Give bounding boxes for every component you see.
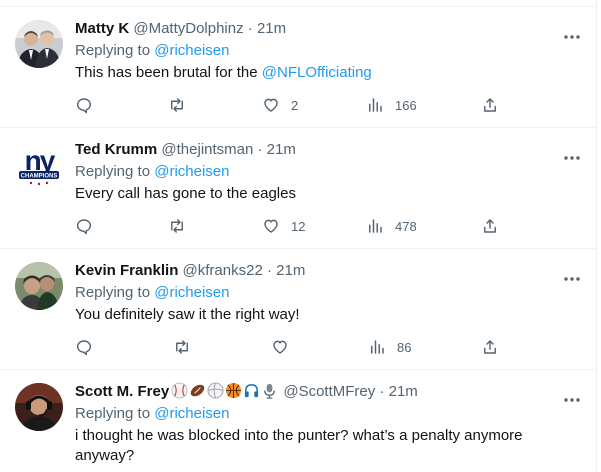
headset-man-avatar-icon: [15, 383, 63, 431]
headphones-icon: [245, 384, 259, 398]
timestamp[interactable]: · 21m: [267, 262, 305, 279]
reply-icon: [76, 219, 92, 235]
views-button[interactable]: 86: [368, 337, 411, 357]
tweet-actions: 12 478: [75, 216, 505, 236]
display-name[interactable]: Scott M. Frey: [75, 383, 169, 400]
tweet-header: Ted Krumm @thejintsman · 21m: [75, 140, 296, 160]
repost-button[interactable]: [168, 216, 186, 236]
tweet-header: Matty K @MattyDolphinz · 21m: [75, 19, 286, 39]
share-button[interactable]: [481, 337, 499, 357]
more-options-icon[interactable]: [562, 27, 582, 47]
reply-button[interactable]: [75, 95, 93, 115]
tweet[interactable]: ny CHAMPIONS Ted Krumm @thejintsman · 21…: [0, 128, 597, 249]
replying-to: Replying to @richeisen: [75, 404, 229, 424]
handle[interactable]: @thejintsman: [161, 141, 253, 158]
analytics-icon: [369, 98, 382, 112]
repost-icon: [171, 219, 183, 233]
repost-button[interactable]: [173, 337, 191, 357]
volleyball-icon: [207, 382, 224, 399]
replying-label: Replying to: [75, 284, 151, 301]
repost-button[interactable]: [168, 95, 186, 115]
football-icon: [190, 384, 205, 397]
tweet-text: i thought he was blocked into the punter…: [75, 427, 523, 464]
like-count: 12: [291, 218, 306, 234]
handle[interactable]: @kfranks22: [183, 262, 263, 279]
replying-to-link[interactable]: @richeisen: [154, 405, 229, 422]
display-name[interactable]: Ted Krumm: [75, 141, 157, 158]
avatar[interactable]: [15, 262, 63, 310]
share-icon: [484, 98, 496, 112]
reply-icon: [76, 340, 92, 356]
stadium-selfie-avatar-icon: [15, 262, 63, 310]
name-emojis: [171, 382, 279, 405]
share-button[interactable]: [481, 216, 499, 236]
tweet-header: Kevin Franklin @kfranks22 · 21m: [75, 261, 305, 281]
views-button[interactable]: 478: [366, 216, 417, 236]
tweet-text: Every call has gone to the eagles: [75, 185, 296, 202]
avatar[interactable]: [15, 383, 63, 431]
tweet-text: This has been brutal for the @NFLOfficia…: [75, 63, 575, 83]
replying-to-link[interactable]: @richeisen: [154, 42, 229, 59]
tweet-text: You definitely saw it the right way!: [75, 306, 300, 323]
handle[interactable]: @ScottMFrey: [283, 383, 375, 400]
tweet[interactable]: Kevin Franklin @kfranks22 · 21m Replying…: [0, 249, 597, 370]
timestamp[interactable]: · 21m: [379, 383, 417, 400]
replying-to: Replying to @richeisen: [75, 162, 229, 182]
heart-icon: [264, 219, 278, 233]
reply-icon: [76, 98, 92, 114]
share-button[interactable]: [481, 95, 499, 115]
like-button[interactable]: 2: [262, 95, 298, 115]
more-options-icon[interactable]: [562, 148, 582, 168]
replying-to-link[interactable]: @richeisen: [154, 284, 229, 301]
heart-icon: [264, 98, 278, 112]
avatar-banner-text: CHAMPIONS: [21, 174, 58, 180]
replying-to-link[interactable]: @richeisen: [154, 163, 229, 180]
more-options-icon[interactable]: [562, 269, 582, 289]
view-count: 166: [395, 97, 417, 113]
repost-icon: [171, 98, 183, 112]
repost-icon: [176, 340, 188, 354]
heart-icon: [273, 340, 287, 354]
view-count: 86: [397, 339, 412, 355]
like-count: 2: [291, 97, 299, 113]
like-button[interactable]: 12: [262, 216, 305, 236]
replying-to: Replying to @richeisen: [75, 283, 229, 303]
timestamp[interactable]: · 21m: [248, 20, 286, 37]
display-name[interactable]: Kevin Franklin: [75, 262, 178, 279]
view-count: 478: [395, 218, 417, 234]
replying-label: Replying to: [75, 163, 151, 180]
more-options-icon[interactable]: [562, 390, 582, 410]
replying-to: Replying to @richeisen: [75, 41, 229, 61]
reply-button[interactable]: [75, 337, 93, 357]
avatar[interactable]: [15, 20, 63, 68]
tweet-header: Scott M. Frey @ScottMFrey · 21m: [75, 382, 418, 405]
two-men-photo-avatar-icon: [15, 20, 63, 68]
ny-giants-logo-avatar-icon: ny CHAMPIONS: [15, 141, 63, 189]
tweet-actions: 86: [75, 337, 505, 357]
baseball-icon: [171, 382, 188, 399]
basketball-icon: [226, 382, 242, 399]
microphone-icon: [264, 383, 276, 399]
replying-label: Replying to: [75, 42, 151, 59]
tweet[interactable]: Matty K @MattyDolphinz · 21m Replying to…: [0, 7, 597, 128]
analytics-icon: [371, 340, 384, 354]
mention-link[interactable]: @NFLOfficiating: [262, 64, 372, 81]
share-icon: [484, 340, 496, 354]
tweet-text-content: This has been brutal for the: [75, 64, 262, 81]
like-button[interactable]: [271, 337, 300, 357]
views-button[interactable]: 166: [366, 95, 417, 115]
analytics-icon: [369, 219, 382, 233]
handle[interactable]: @MattyDolphinz: [133, 20, 243, 37]
avatar[interactable]: ny CHAMPIONS: [15, 141, 63, 189]
replying-label: Replying to: [75, 405, 151, 422]
timestamp[interactable]: · 21m: [258, 141, 296, 158]
tweet-actions: 2 166: [75, 95, 505, 115]
display-name[interactable]: Matty K: [75, 20, 129, 37]
reply-feed: Matty K @MattyDolphinz · 21m Replying to…: [0, 0, 597, 472]
tweet[interactable]: Scott M. Frey @ScottMFrey · 21m Replying…: [0, 370, 597, 472]
share-icon: [484, 219, 496, 233]
reply-button[interactable]: [75, 216, 93, 236]
